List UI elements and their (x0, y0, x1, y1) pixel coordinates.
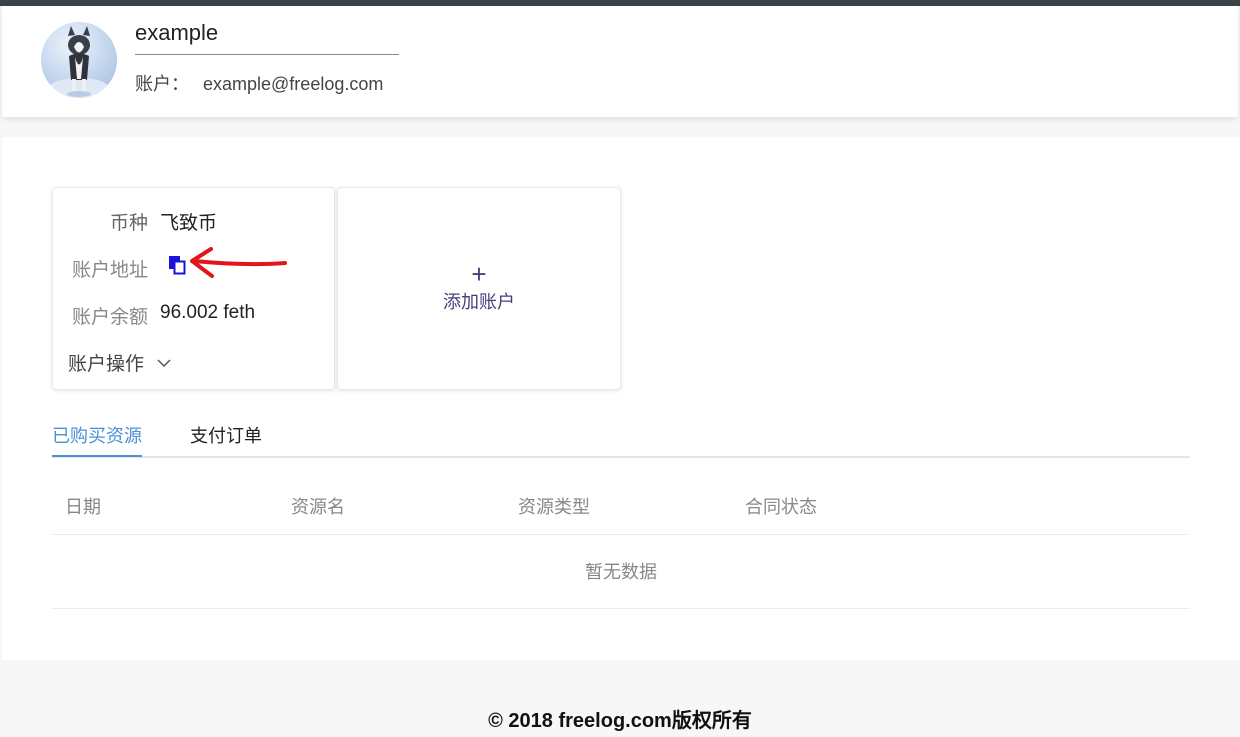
column-header-resource-name: 资源名 (291, 497, 345, 517)
add-account-label: 添加账户 (443, 292, 515, 312)
column-header-resource-type: 资源类型 (518, 497, 590, 517)
footer-copyright: © 2018 freelog.com版权所有 (488, 710, 752, 732)
table-header: 日期 资源名 资源类型 合同状态 (52, 473, 1188, 535)
tab-payment-orders[interactable]: 支付订单 (190, 422, 262, 448)
wallet-card: 币种 飞致币 账户地址 账户余额 96.002 feth 账户操作 (52, 187, 335, 390)
account-label: 账户： (135, 74, 189, 94)
currency-label: 币种 (109, 213, 148, 234)
username: example (135, 20, 399, 55)
balance-value: 96.002 feth (160, 302, 256, 323)
chevron-down-icon (157, 351, 171, 373)
empty-state-text: 暂无数据 (585, 562, 657, 582)
tab-bar: 已购买资源 支付订单 (52, 420, 1190, 458)
main-content: 币种 飞致币 账户地址 账户余额 96.002 feth 账户操作 + 添加账户… (2, 137, 1240, 660)
account-actions-dropdown[interactable]: 账户操作 (68, 349, 171, 376)
add-account-content: + 添加账户 (338, 259, 620, 314)
column-header-date: 日期 (65, 497, 101, 517)
profile-header: example 账户： example@freelog.com (2, 6, 1238, 117)
currency-value: 飞致币 (160, 213, 218, 234)
tab-purchased-resources[interactable]: 已购买资源 (52, 422, 142, 457)
copy-icon[interactable] (167, 254, 187, 276)
add-account-card[interactable]: + 添加账户 (337, 187, 621, 390)
account-actions-label: 账户操作 (68, 354, 145, 375)
account-email: example@freelog.com (203, 74, 384, 94)
column-header-contract-status: 合同状态 (745, 497, 817, 517)
avatar[interactable] (41, 22, 117, 98)
account-info: 账户： example@freelog.com (135, 70, 383, 96)
balance-label: 账户余额 (71, 307, 148, 328)
address-label: 账户地址 (71, 260, 148, 281)
red-arrow-annotation (190, 247, 287, 278)
plus-icon: + (471, 259, 487, 289)
table-empty-row: 暂无数据 (52, 535, 1190, 609)
